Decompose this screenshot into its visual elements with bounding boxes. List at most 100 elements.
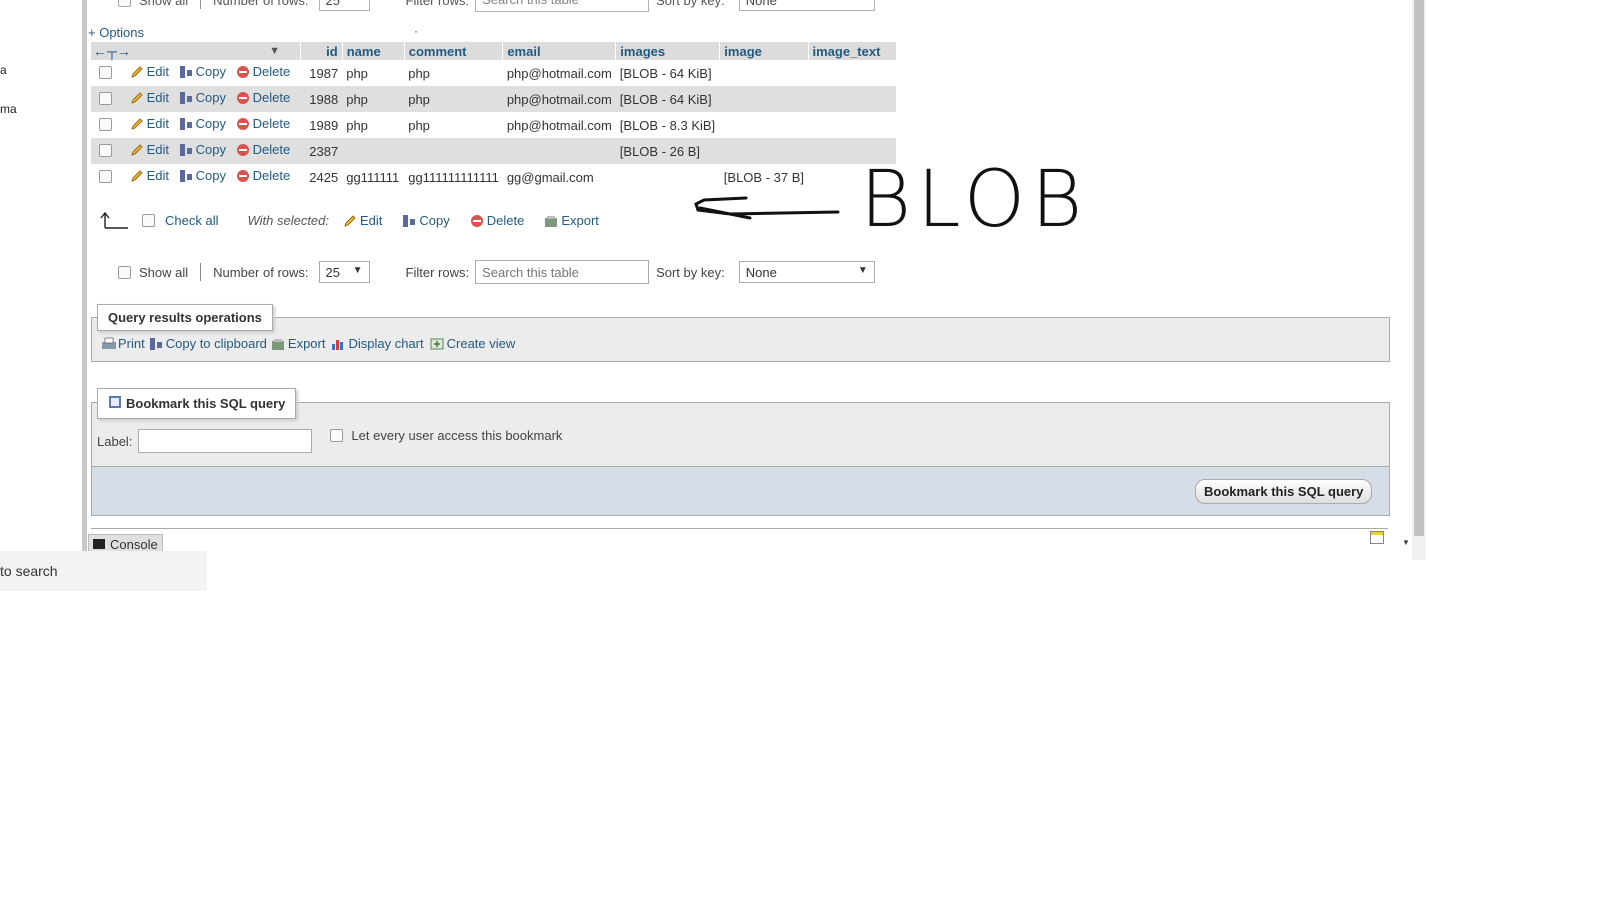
bar-chart-icon (331, 337, 345, 351)
copy-button[interactable]: Copy (179, 142, 226, 157)
taskbar-search[interactable]: to search (0, 551, 207, 591)
edit-button[interactable]: Edit (130, 168, 169, 183)
row-checkbox[interactable] (99, 143, 112, 157)
row-checkbox[interactable] (99, 65, 112, 79)
bookmark-label-input[interactable] (138, 429, 313, 453)
cell-image-text[interactable] (808, 60, 896, 86)
cell-name[interactable]: php (342, 86, 405, 112)
cell-name[interactable]: gg111111 (342, 164, 405, 190)
dot-mark: · (414, 24, 418, 38)
pencil-icon (343, 214, 357, 228)
header-id[interactable]: id (300, 42, 343, 60)
cell-image-text[interactable] (808, 112, 896, 138)
rows-select[interactable]: 25 (318, 0, 370, 11)
sort-select[interactable]: None ▼ (738, 261, 875, 283)
bulk-delete-button[interactable]: Delete (470, 213, 524, 228)
cell-image[interactable] (719, 86, 808, 112)
cell-comment[interactable]: php (404, 60, 503, 86)
scrollbar-thumb[interactable] (1414, 0, 1424, 536)
export-link[interactable]: Export (271, 336, 325, 351)
export-icon (544, 214, 558, 228)
note-icon[interactable] (1370, 531, 1384, 547)
copy-button[interactable]: Copy (179, 116, 226, 131)
print-link[interactable]: Print (101, 336, 145, 351)
let-every-user-checkbox[interactable] (330, 428, 344, 442)
cell-comment[interactable]: php (404, 112, 503, 138)
cell-images[interactable]: [BLOB - 64 KiB] (615, 60, 720, 86)
delete-button[interactable]: Delete (236, 90, 290, 105)
scroll-down-arrow-icon[interactable]: ▼ (1402, 538, 1410, 547)
nav-item-fragment[interactable]: ma (0, 102, 17, 116)
sort-label: Sort by key: (656, 0, 725, 8)
cell-name[interactable]: php (342, 60, 405, 86)
cell-name[interactable]: php (342, 112, 405, 138)
arrows-icon[interactable]: ←┬→ (93, 43, 131, 59)
delete-button[interactable]: Delete (236, 142, 290, 157)
header-image[interactable]: image (719, 42, 809, 60)
cell-image-text[interactable] (808, 86, 896, 112)
copy-button[interactable]: Copy (179, 90, 226, 105)
cell-id[interactable]: 1989 (300, 112, 343, 138)
cell-images[interactable]: [BLOB - 64 KiB] (615, 86, 720, 112)
header-email[interactable]: email (502, 42, 617, 60)
cell-id[interactable]: 1987 (300, 60, 343, 86)
filter-input[interactable] (475, 260, 650, 284)
cell-comment[interactable]: gg111111111111 (404, 164, 503, 190)
copy-button[interactable]: Copy (179, 64, 226, 79)
panel-resizer[interactable] (82, 0, 87, 560)
delete-button[interactable]: Delete (236, 116, 290, 131)
sort-select[interactable]: None (738, 0, 875, 11)
cell-id[interactable]: 2425 (300, 164, 343, 190)
row-checkbox[interactable] (99, 169, 112, 183)
edit-button[interactable]: Edit (130, 64, 169, 79)
filter-input[interactable]: Search this table (475, 0, 650, 12)
header-images[interactable]: images (615, 42, 721, 60)
cell-id[interactable]: 1988 (300, 86, 343, 112)
table-row: Edit Copy Delete 1987 php php php@hotmai… (91, 60, 896, 86)
options-link[interactable]: + Options (88, 25, 144, 40)
header-comment[interactable]: comment (404, 42, 504, 60)
copy-button[interactable]: Copy (179, 168, 226, 183)
edit-button[interactable]: Edit (130, 90, 169, 105)
rows-select[interactable]: 25 ▼ (318, 261, 370, 283)
delete-button[interactable]: Delete (236, 168, 290, 183)
cell-comment[interactable] (404, 138, 503, 164)
create-view-link[interactable]: Create view (430, 336, 515, 351)
row-checkbox[interactable] (99, 117, 112, 131)
row-actions: Edit Copy Delete (91, 60, 301, 86)
delete-icon (236, 65, 250, 79)
cell-email[interactable] (502, 138, 616, 164)
bulk-copy-button[interactable]: Copy (402, 213, 450, 228)
bulk-export-button[interactable]: Export (544, 213, 599, 228)
row-checkbox[interactable] (99, 91, 112, 105)
cell-name[interactable] (342, 138, 405, 164)
cell-email[interactable]: gg@gmail.com (502, 164, 616, 190)
row-actions: Edit Copy Delete (91, 164, 301, 190)
header-name[interactable]: name (342, 42, 405, 60)
cell-email[interactable]: php@hotmail.com (502, 60, 616, 86)
cell-images[interactable]: [BLOB - 8.3 KiB] (615, 112, 720, 138)
cell-email[interactable]: php@hotmail.com (502, 112, 616, 138)
check-all-link[interactable]: Check all (165, 213, 218, 228)
cell-email[interactable]: php@hotmail.com (502, 86, 616, 112)
chevron-down-icon[interactable]: ▼ (269, 45, 280, 57)
delete-button[interactable]: Delete (236, 64, 290, 79)
nav-item-fragment[interactable]: a (0, 63, 7, 77)
cell-comment[interactable]: php (404, 86, 503, 112)
header-image-text[interactable]: image_text (808, 42, 897, 60)
bulk-edit-button[interactable]: Edit (343, 213, 382, 228)
show-all-checkbox[interactable] (118, 265, 131, 279)
bookmark-submit-button[interactable]: Bookmark this SQL query (1195, 479, 1373, 504)
edit-button[interactable]: Edit (130, 142, 169, 157)
copy-to-clipboard-link[interactable]: Copy to clipboard (149, 336, 267, 351)
cell-image[interactable] (719, 112, 808, 138)
show-all-checkbox[interactable] (118, 0, 131, 7)
display-chart-link[interactable]: Display chart (331, 336, 424, 351)
cell-id[interactable]: 2387 (300, 138, 343, 164)
cell-image[interactable] (719, 60, 808, 86)
query-results-operations-legend: Query results operations (97, 304, 273, 331)
check-all-checkbox[interactable] (142, 214, 155, 227)
with-selected-label: With selected: (247, 213, 329, 228)
edit-button[interactable]: Edit (130, 116, 169, 131)
row-actions: Edit Copy Delete (91, 112, 301, 138)
